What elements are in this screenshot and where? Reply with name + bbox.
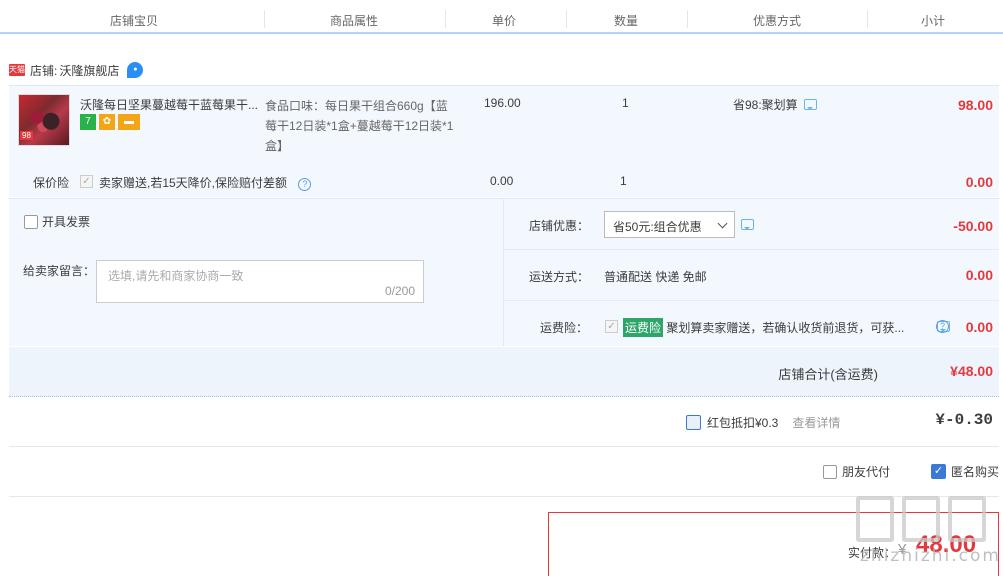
wangwang-chat-icon[interactable]: ●	[127, 62, 144, 78]
red-packet-option: 红包抵扣¥0.3 查看详情	[686, 414, 840, 431]
shop-total-amount: ¥48.00	[950, 363, 993, 379]
header-separator	[687, 10, 688, 28]
guarantee-icon[interactable]: ✿	[99, 114, 115, 130]
header-subtotal: 小计	[921, 14, 946, 28]
friend-pay-checkbox[interactable]	[823, 464, 837, 479]
watermark-text: zhizhizhi.com	[860, 546, 1001, 566]
comment-icon[interactable]	[803, 99, 817, 110]
anonymous-label: 匿名购买	[951, 465, 1000, 479]
anonymous-purchase-option[interactable]: ✓ 匿名购买	[931, 463, 999, 480]
options-divider	[503, 198, 504, 346]
unit-price: 196.00	[484, 96, 521, 110]
tmall-icon: 天猫	[9, 64, 25, 76]
header-separator	[867, 10, 868, 28]
red-packet-label: 红包抵扣¥0.3	[707, 416, 779, 430]
shipping-insurance-amount: 0.00	[965, 319, 993, 335]
credit-card-icon[interactable]: ▬	[118, 114, 140, 130]
promotion-text: 省98:聚划算	[733, 98, 798, 112]
watermark-glyph	[948, 496, 986, 542]
seller-message-textarea[interactable]: 选填,请先和商家协商一致 0/200	[96, 260, 424, 303]
message-counter: 0/200	[384, 284, 415, 298]
shipping-insurance-info: 运费险 聚划算卖家赠送，若确认收货前退货，可获...	[623, 318, 908, 337]
promotion: 省98:聚划算	[733, 96, 817, 113]
thumbnail-price-tag: 98	[20, 131, 33, 140]
help-icon[interactable]: ?	[936, 320, 949, 333]
shipping-insurance-checkbox[interactable]: ✓	[605, 320, 618, 333]
friend-pay-option[interactable]: 朋友代付	[823, 463, 890, 480]
header-separator	[566, 10, 567, 28]
shop-discount-amount: -50.00	[953, 218, 993, 234]
invoice-label: 开具发票	[42, 215, 91, 229]
shop-discount-selected: 省50元:组合优惠	[613, 220, 702, 234]
header-discount: 优惠方式	[753, 14, 802, 28]
shop-discount-label: 店铺优惠：	[529, 219, 590, 233]
product-attribute: 食品口味：每日果干组合660g【蓝莓干12日装*1盒+蔓越莓干12日装*1盒】	[265, 99, 454, 153]
cart-header: 店铺宝贝 商品属性 单价 数量 优惠方式 小计	[0, 0, 1003, 34]
shipping-insurance-text: 聚划算卖家赠送，若确认收货前退货，可获...	[666, 321, 905, 335]
service-icons: 7 ✿ ▬	[80, 114, 140, 130]
insurance-label: 保价险	[33, 176, 70, 190]
divider	[9, 496, 999, 497]
insurance-text: 卖家赠送,若15天降价,保险赔付差额 ?	[99, 174, 312, 191]
invoice-checkbox[interactable]	[24, 214, 38, 229]
watermark-logo: zhizhizhi.com	[856, 494, 1000, 574]
red-packet-checkbox[interactable]	[686, 415, 701, 430]
row-divider	[504, 249, 999, 250]
shipping-amount: 0.00	[965, 267, 993, 283]
watermark-glyph	[856, 496, 894, 542]
divider	[9, 446, 999, 447]
comment-icon[interactable]	[741, 219, 754, 230]
red-packet-amount: ¥-0.30	[935, 411, 993, 429]
header-separator	[264, 10, 265, 28]
shop-row: 天猫 店铺: 沃隆旗舰店 ●	[9, 60, 144, 80]
insurance-subtotal: 0.00	[965, 174, 993, 190]
help-icon[interactable]: ?	[298, 178, 312, 191]
message-label: 给卖家留言：	[23, 264, 96, 278]
view-details-link[interactable]: 查看详情	[792, 414, 840, 431]
seven-day-return-icon[interactable]: 7	[80, 114, 96, 130]
row-divider	[504, 300, 999, 301]
header-shop-item: 店铺宝贝	[110, 14, 159, 28]
shop-label: 店铺:	[30, 63, 58, 78]
anonymous-checkbox[interactable]: ✓	[931, 464, 946, 479]
insurance-price: 0.00	[490, 174, 514, 188]
product-title-link[interactable]: 沃隆每日坚果蔓越莓干蓝莓果干...	[80, 96, 260, 113]
header-quantity: 数量	[614, 14, 639, 28]
shipping-insurance-tag: 运费险	[623, 318, 664, 337]
shipping-label: 运送方式：	[529, 270, 590, 284]
shipping-method: 普通配送 快递 免邮	[604, 270, 707, 284]
header-attributes: 商品属性	[330, 14, 379, 28]
watermark-glyph	[902, 496, 940, 542]
header-unit-price: 单价	[492, 14, 517, 28]
item-quantity: 1	[622, 96, 629, 110]
shop-total-label: 店铺合计(含运费)	[778, 367, 878, 382]
insurance-checkbox[interactable]: ✓	[80, 175, 93, 188]
item-subtotal: 98.00	[957, 97, 993, 113]
shipping-insurance-label: 运费险：	[540, 321, 589, 335]
invoice-option[interactable]: 开具发票	[24, 213, 90, 230]
friend-pay-label: 朋友代付	[842, 465, 891, 479]
chevron-down-icon	[717, 218, 728, 229]
shop-name-link[interactable]: 沃隆旗舰店	[59, 62, 119, 79]
insurance-quantity: 1	[620, 174, 627, 188]
message-placeholder: 选填,请先和商家协商一致	[108, 269, 244, 283]
product-thumbnail[interactable]: 98	[18, 94, 70, 146]
insurance-description: 卖家赠送,若15天降价,保险赔付差额	[99, 176, 288, 190]
shop-discount-select[interactable]: 省50元:组合优惠	[604, 211, 735, 238]
header-separator	[445, 10, 446, 28]
